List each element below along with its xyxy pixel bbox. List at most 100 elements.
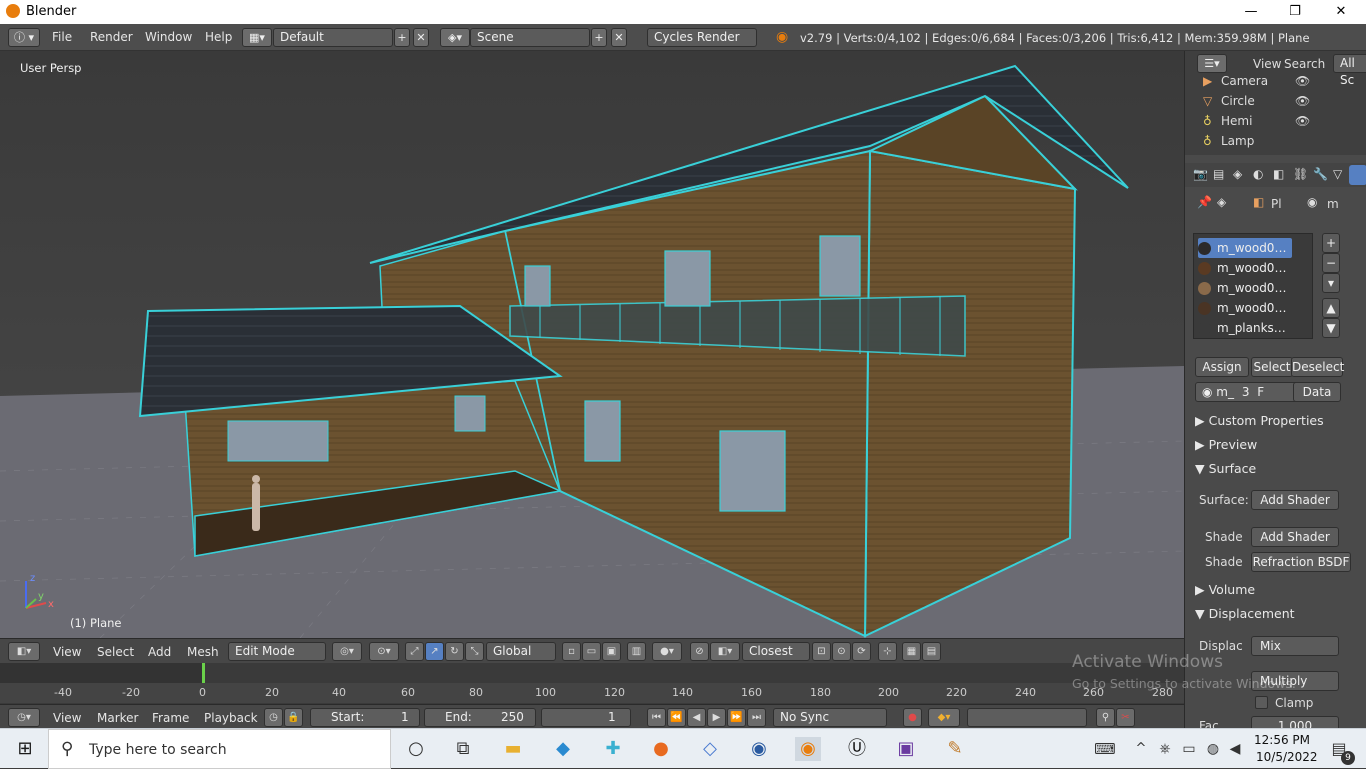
jump-start-icon[interactable]: ⏮	[647, 708, 666, 727]
keying-set-icon[interactable]: ◆▾	[928, 708, 960, 727]
viewport-editor-icon[interactable]: ◧▾	[8, 642, 40, 661]
snap-rotate-icon[interactable]: ⟳	[852, 642, 871, 661]
scene-tab-icon[interactable]: ◈	[1233, 167, 1242, 181]
play-icon[interactable]: ▶	[707, 708, 726, 727]
end-frame-field[interactable]: End: 250	[424, 708, 536, 727]
paint-icon[interactable]: ✎	[942, 737, 968, 761]
cortana-icon[interactable]: ○	[403, 737, 429, 761]
visibility-icon[interactable]: 👁	[1295, 74, 1310, 88]
displacement-panel[interactable]: ▼ Displacement	[1189, 603, 1361, 625]
outliner-editor-icon[interactable]: ☰▾	[1197, 54, 1227, 73]
world-tab-icon[interactable]: ◐	[1253, 167, 1263, 181]
visibility-icon[interactable]: 👁	[1295, 114, 1310, 128]
move-up-icon[interactable]: ▲	[1322, 298, 1340, 318]
volume-panel[interactable]: ▶ Volume	[1189, 579, 1361, 601]
battery-icon[interactable]: ▭	[1176, 737, 1202, 761]
render-preview-icon[interactable]: ▦	[902, 642, 921, 661]
app-icon[interactable]: ◇	[697, 737, 723, 761]
object-tab-icon[interactable]: ◧	[1273, 167, 1284, 181]
tl-menu-playback[interactable]: Playback	[204, 711, 258, 725]
link-select[interactable]: Data	[1293, 382, 1341, 402]
visibility-icon[interactable]: 👁	[1295, 94, 1310, 108]
outliner-row-circle[interactable]: ▽ Circle 👁	[1185, 93, 1366, 113]
snap-closest-icon[interactable]: ⊡	[812, 642, 831, 661]
tl-menu-frame[interactable]: Frame	[152, 711, 189, 725]
settings-app-icon[interactable]: ✚	[600, 737, 626, 761]
fac-field[interactable]: 1.000	[1251, 716, 1339, 728]
outliner-filter[interactable]: All Sc	[1333, 54, 1366, 87]
material-slot[interactable]: m_wood0…	[1198, 298, 1298, 318]
editor-type-icon[interactable]: ⓘ ▾	[8, 28, 40, 47]
menu-file[interactable]: File	[52, 30, 72, 44]
face-select-icon[interactable]: ▣	[602, 642, 621, 661]
move-down-icon[interactable]: ▼	[1322, 318, 1340, 338]
tray-chevron-icon[interactable]: ^	[1128, 737, 1154, 761]
mode-select[interactable]: Edit Mode	[228, 642, 326, 661]
material-slot-list[interactable]: m_wood0… m_wood0… m_wood0… m_wood0… m_pl…	[1193, 233, 1313, 339]
tl-menu-marker[interactable]: Marker	[97, 711, 138, 725]
record-icon[interactable]: ●	[903, 708, 922, 727]
custom-properties-panel[interactable]: ▶ Custom Properties	[1189, 410, 1361, 432]
jump-keyframe-back-icon[interactable]: ⏪	[667, 708, 686, 727]
dolphin-app-icon[interactable]: ◆	[550, 737, 576, 761]
refraction-shader-button[interactable]: Refraction BSDF	[1251, 552, 1351, 572]
outliner-row-lamp[interactable]: ♁ Lamp	[1185, 133, 1366, 153]
outliner-row-hemi[interactable]: ♁ Hemi 👁	[1185, 113, 1366, 133]
network-icon[interactable]: ⎈	[1152, 737, 1178, 761]
jump-end-icon[interactable]: ⏭	[747, 708, 766, 727]
clock-time[interactable]: 12:56 PM	[1254, 733, 1310, 747]
sync-select[interactable]: No Sync	[773, 708, 887, 727]
current-frame-marker[interactable]	[202, 663, 205, 683]
jump-keyframe-forward-icon[interactable]: ⏩	[727, 708, 746, 727]
keying-set-field[interactable]	[967, 708, 1087, 727]
unreal-icon[interactable]: Ⓤ	[844, 737, 870, 761]
material-tab-icon[interactable]	[1349, 165, 1366, 185]
vp-menu-mesh[interactable]: Mesh	[187, 645, 219, 659]
remove-slot-icon[interactable]: −	[1322, 253, 1340, 273]
manipulator-icon[interactable]: ⤢	[405, 642, 424, 661]
menu-help[interactable]: Help	[205, 30, 232, 44]
clamp-checkbox[interactable]	[1255, 696, 1268, 709]
keyboard-icon[interactable]: ⌨	[1092, 737, 1118, 761]
preview-range-icon[interactable]: ◷	[264, 708, 283, 727]
preview-panel[interactable]: ▶ Preview	[1189, 434, 1361, 456]
scene-remove-icon[interactable]: ✕	[611, 28, 627, 47]
viewport-scene[interactable]	[0, 51, 1184, 638]
layout-browse-icon[interactable]: ▦▾	[242, 28, 272, 47]
scene-browse-icon[interactable]: ◈▾	[440, 28, 470, 47]
modifiers-tab-icon[interactable]: 🔧	[1313, 167, 1328, 181]
material-slot[interactable]: m_wood0…	[1198, 278, 1298, 298]
volume-icon[interactable]: ◀	[1222, 737, 1248, 761]
pin-icon[interactable]: 📌	[1197, 195, 1212, 209]
menu-window[interactable]: Window	[145, 30, 192, 44]
edge-select-icon[interactable]: ▭	[582, 642, 601, 661]
outliner-search-menu[interactable]: Search	[1284, 57, 1325, 71]
layout-remove-icon[interactable]: ✕	[413, 28, 429, 47]
layers-tab-icon[interactable]: ▤	[1213, 167, 1224, 181]
orientation-select[interactable]: Global	[486, 642, 556, 661]
vp-menu-select[interactable]: Select	[97, 645, 134, 659]
snap-element-icon[interactable]: ◧▾	[710, 642, 740, 661]
play-reverse-icon[interactable]: ◀	[687, 708, 706, 727]
snap-toggle-icon[interactable]: ⊘	[690, 642, 709, 661]
surface-shader-button[interactable]: Add Shader	[1251, 490, 1339, 510]
material-slot[interactable]: m_wood0…	[1198, 258, 1298, 278]
clock-date[interactable]: 10/5/2022	[1256, 750, 1318, 764]
translate-icon[interactable]: ↗	[425, 642, 444, 661]
rotate-icon[interactable]: ↻	[445, 642, 464, 661]
pivot-icon[interactable]: ⊙▾	[369, 642, 399, 661]
blender-taskbar-icon[interactable]: ◉	[795, 737, 821, 761]
slot-specials-icon[interactable]: ▾	[1322, 273, 1340, 293]
occlude-icon[interactable]: ▥	[627, 642, 646, 661]
file-explorer-icon[interactable]: ▬	[500, 737, 526, 761]
layout-field[interactable]: Default	[273, 28, 393, 47]
snap-target-select[interactable]: Closest	[742, 642, 810, 661]
firefox-icon[interactable]: ●	[648, 737, 674, 761]
lock-icon[interactable]: 🔒	[284, 708, 303, 727]
close-button[interactable]: ✕	[1318, 0, 1364, 24]
shade-shader-button[interactable]: Add Shader	[1251, 527, 1339, 547]
mix-select[interactable]: Mix	[1251, 636, 1339, 656]
restore-button[interactable]: ❐	[1272, 0, 1318, 24]
task-view-icon[interactable]: ⧉	[450, 737, 476, 761]
vp-menu-view[interactable]: View	[53, 645, 81, 659]
